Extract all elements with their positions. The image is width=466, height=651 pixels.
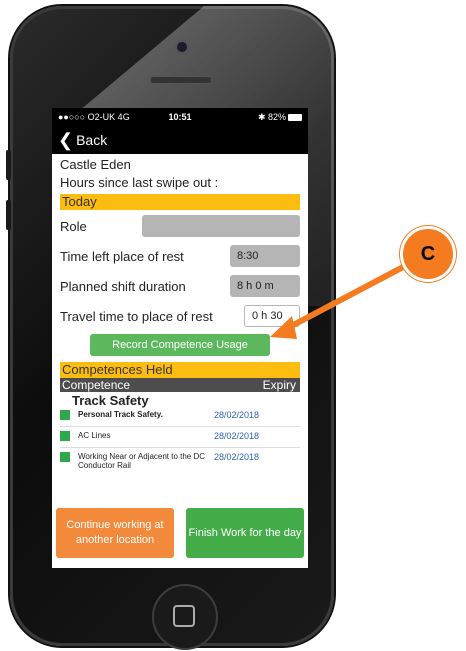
arrow-head	[270, 316, 297, 339]
callout-badge: C	[400, 226, 456, 282]
callout-arrow	[270, 263, 408, 339]
arrow-line	[279, 263, 408, 334]
